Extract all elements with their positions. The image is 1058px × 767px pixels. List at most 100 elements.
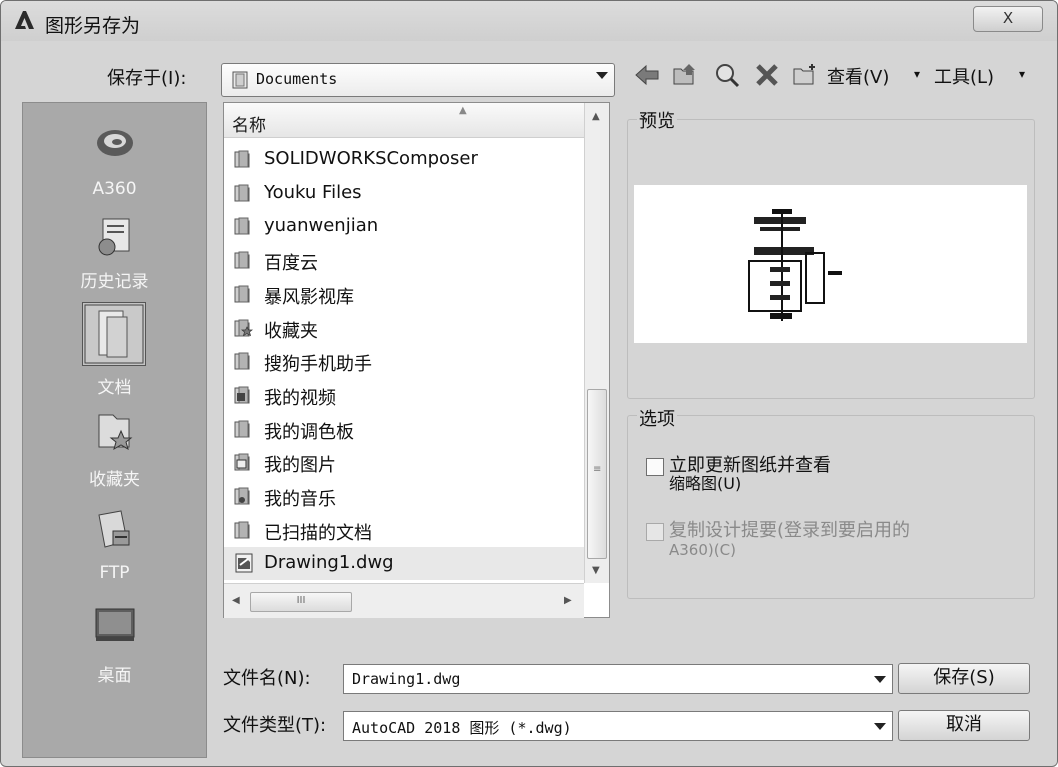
list-item[interactable]: 我的音乐	[224, 480, 584, 513]
tools-menu[interactable]: 工具(L)	[934, 63, 994, 89]
filetype-dropdown[interactable]: AutoCAD 2018 图形 (*.dwg)	[343, 711, 893, 741]
up-folder-icon[interactable]	[671, 61, 699, 89]
list-item-name: 收藏夹	[264, 320, 318, 342]
list-item-name: yuanwenjian	[264, 215, 379, 237]
copy-design-feed-line2: A360)(C)	[669, 541, 736, 559]
list-item[interactable]: 暴风影视库	[224, 278, 584, 311]
place-documents[interactable]: 文档	[23, 302, 206, 399]
options-label: 选项	[637, 405, 677, 431]
list-item[interactable]: 我的调色板	[224, 413, 584, 446]
history-icon	[98, 218, 130, 256]
chevron-down-icon[interactable]	[874, 676, 886, 683]
scroll-left-arrow-icon[interactable]: ◀	[232, 595, 240, 606]
list-item[interactable]: 收藏夹	[224, 312, 584, 345]
place-history[interactable]: 历史记录	[23, 209, 206, 305]
save-button[interactable]: 保存(S)	[898, 663, 1030, 694]
documents-folder-icon	[232, 71, 248, 89]
vertical-scroll-thumb[interactable]: ≡	[587, 389, 607, 559]
list-item-name: 暴风影视库	[264, 286, 354, 308]
close-button[interactable]: X	[973, 6, 1043, 32]
list-item[interactable]: 百度云	[224, 244, 584, 277]
list-item-name: 我的音乐	[264, 489, 336, 510]
delete-icon[interactable]	[753, 61, 781, 89]
list-item[interactable]: 我的视频	[224, 379, 584, 412]
chevron-down-icon	[874, 723, 886, 730]
place-label: 历史记录	[80, 272, 149, 292]
tools-dropdown-arrow[interactable]: ▾	[1019, 67, 1025, 81]
save-in-dropdown[interactable]: Documents	[221, 63, 615, 97]
place-desktop[interactable]: 桌面	[23, 597, 206, 693]
scroll-right-arrow-icon[interactable]: ▶	[564, 595, 572, 606]
column-header-name[interactable]: ▲ 名称	[224, 103, 584, 138]
folder-icon	[234, 150, 250, 168]
update-thumbnail-checkbox[interactable]	[646, 458, 664, 476]
save-in-label: 保存于(I):	[107, 68, 187, 89]
search-web-icon[interactable]	[713, 61, 741, 89]
thumb-grip: ≡	[593, 464, 602, 475]
filename-label: 文件名(N):	[223, 668, 311, 689]
place-label: FTP	[99, 563, 130, 583]
place-a360[interactable]: A360	[23, 113, 206, 209]
title-bar[interactable]: 图形另存为 X	[1, 1, 1057, 41]
folder-icon	[234, 352, 250, 370]
save-as-dialog: 图形另存为 X 保存于(I): Documents 查看(V) ▾ 工具(L) …	[0, 0, 1058, 767]
chevron-down-icon	[596, 72, 608, 79]
video-folder-icon	[234, 386, 250, 404]
place-favorites[interactable]: 收藏夹	[23, 403, 206, 499]
list-item[interactable]: 我的图片	[224, 446, 584, 479]
folder-icon	[234, 251, 250, 269]
list-item[interactable]: 搜狗手机助手	[224, 345, 584, 378]
views-dropdown-arrow[interactable]: ▾	[914, 67, 920, 81]
desktop-icon	[95, 608, 135, 641]
list-item[interactable]: 已扫描的文档	[224, 514, 584, 547]
list-item-name: Drawing1.dwg	[264, 552, 394, 574]
vertical-scrollbar[interactable]: ▲ ≡ ▼	[584, 103, 609, 583]
folder-icon	[234, 285, 250, 303]
horizontal-scrollbar[interactable]: ◀ III ▶	[224, 583, 584, 618]
place-label: 文档	[97, 378, 132, 398]
filename-input[interactable]: Drawing1.dwg	[343, 664, 893, 694]
list-item-name: 我的调色板	[264, 421, 354, 443]
place-label: A360	[92, 179, 137, 199]
preview-label: 预览	[637, 107, 677, 133]
scroll-up-arrow-icon[interactable]: ▲	[592, 111, 600, 122]
update-thumbnail-line2: 缩略图(U)	[669, 474, 742, 493]
filetype-label: 文件类型(T):	[223, 715, 327, 736]
music-folder-icon	[234, 487, 250, 505]
list-item-name: Youku Files	[264, 181, 362, 203]
list-item-name: 我的视频	[264, 387, 336, 409]
list-item[interactable]: Drawing1.dwg	[224, 547, 584, 581]
folder-icon	[234, 420, 250, 438]
back-arrow-icon[interactable]	[633, 61, 661, 89]
drawing-preview-image	[748, 209, 842, 321]
new-folder-icon[interactable]	[791, 61, 819, 89]
views-menu[interactable]: 查看(V)	[827, 63, 889, 89]
ftp-icon	[98, 510, 130, 548]
scroll-down-arrow-icon[interactable]: ▼	[592, 565, 600, 576]
sort-ascending-icon: ▲	[459, 105, 467, 116]
file-list[interactable]: ▲ 名称 SOLIDWORKSComposer Youku Files yuanwe…	[223, 102, 610, 618]
favorites-icon	[98, 414, 133, 451]
places-bar: A360 历史记录 文档 收藏夹 FTP 桌面	[22, 102, 207, 758]
horizontal-scroll-thumb[interactable]: III	[250, 592, 352, 612]
list-item[interactable]: Youku Files	[224, 177, 584, 210]
copy-design-feed-checkbox	[646, 523, 664, 541]
list-item[interactable]: SOLIDWORKSComposer	[224, 143, 584, 176]
place-ftp[interactable]: FTP	[23, 501, 206, 597]
list-item-name: 已扫描的文档	[264, 522, 372, 544]
filename-value: Drawing1.dwg	[352, 670, 461, 688]
list-item-name: 百度云	[264, 253, 318, 275]
picture-folder-icon	[234, 453, 250, 471]
preview-thumbnail	[634, 185, 1027, 343]
window-title: 图形另存为	[45, 15, 141, 37]
column-header-label: 名称	[232, 116, 266, 136]
list-item-name: SOLIDWORKSComposer	[264, 148, 478, 169]
cancel-button[interactable]: 取消	[898, 710, 1030, 741]
save-in-value: Documents	[256, 70, 338, 88]
list-item[interactable]: yuanwenjian	[224, 210, 584, 243]
dwg-file-icon	[235, 553, 253, 573]
folder-icon	[234, 217, 250, 235]
copy-design-feed-line1: 复制设计提要(登录到要启用的	[669, 520, 911, 541]
autocad-logo-icon	[15, 11, 34, 29]
place-label: 桌面	[97, 666, 132, 686]
